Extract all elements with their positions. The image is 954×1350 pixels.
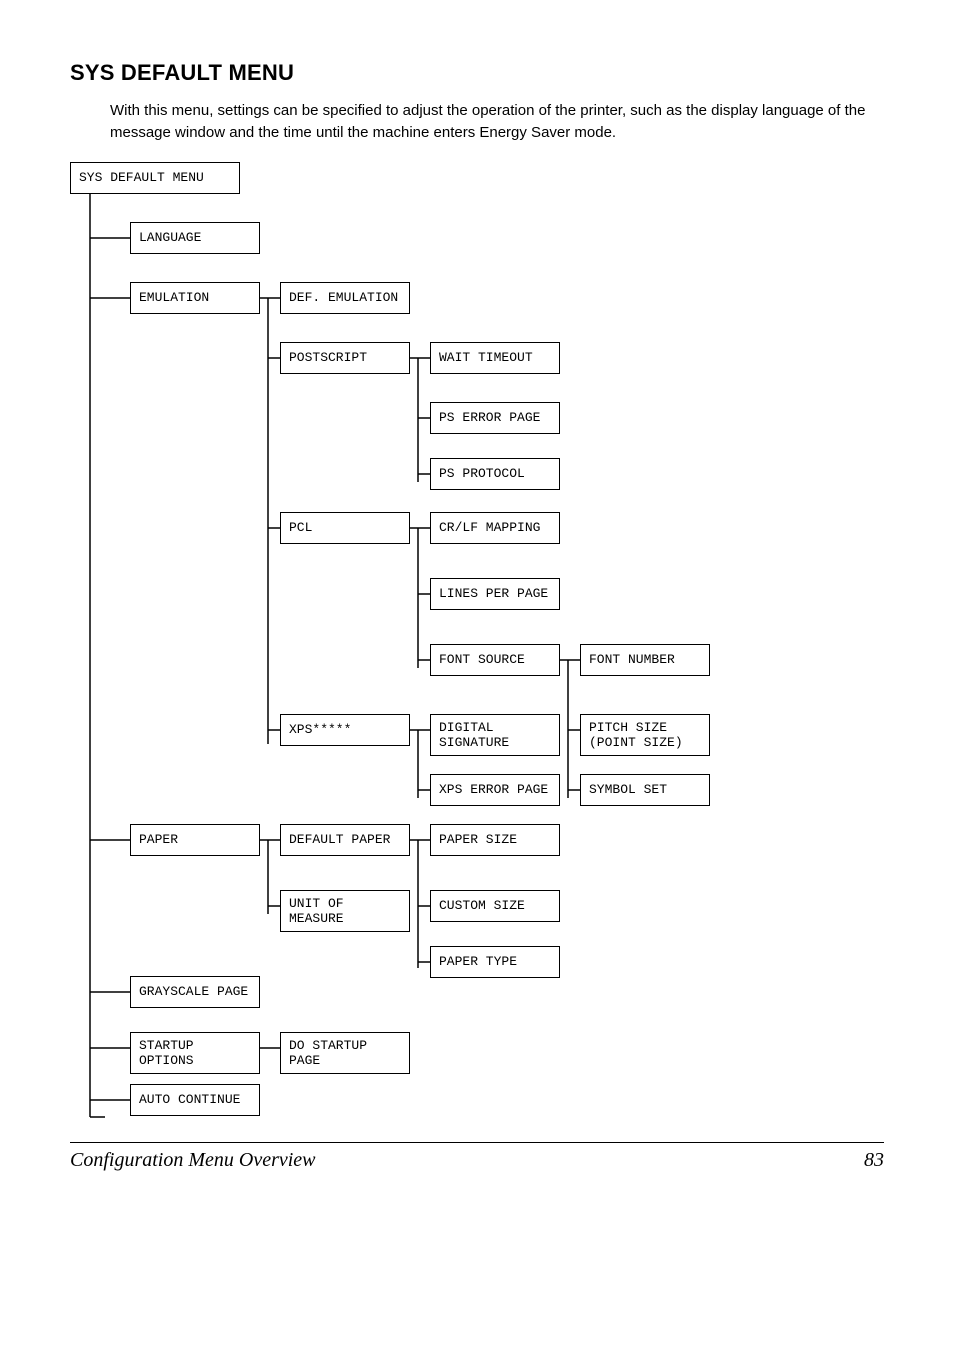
- node-paper: PAPER: [130, 824, 260, 856]
- node-unit-of-measure: UNIT OF MEASURE: [280, 890, 410, 932]
- footer-title: Configuration Menu Overview: [70, 1149, 316, 1172]
- node-ps-protocol: PS PROTOCOL: [430, 458, 560, 490]
- node-xps: XPS*****: [280, 714, 410, 746]
- section-heading: SYS DEFAULT MENU: [70, 60, 884, 86]
- node-auto-continue: AUTO CONTINUE: [130, 1084, 260, 1116]
- node-lines-per-page: LINES PER PAGE: [430, 578, 560, 610]
- node-root: SYS DEFAULT MENU: [70, 162, 240, 194]
- node-symbol-set: SYMBOL SET: [580, 774, 710, 806]
- node-crlf: CR/LF MAPPING: [430, 512, 560, 544]
- node-paper-size: PAPER SIZE: [430, 824, 560, 856]
- node-startup-options: STARTUP OPTIONS: [130, 1032, 260, 1074]
- node-font-source: FONT SOURCE: [430, 644, 560, 676]
- node-digital-signature: DIGITAL SIGNATURE: [430, 714, 560, 756]
- node-wait-timeout: WAIT TIMEOUT: [430, 342, 560, 374]
- node-default-paper: DEFAULT PAPER: [280, 824, 410, 856]
- node-emulation: EMULATION: [130, 282, 260, 314]
- node-do-startup-page: DO STARTUP PAGE: [280, 1032, 410, 1074]
- node-language: LANGUAGE: [130, 222, 260, 254]
- node-ps-error-page: PS ERROR PAGE: [430, 402, 560, 434]
- footer-page-number: 83: [864, 1149, 884, 1172]
- node-def-emulation: DEF. EMULATION: [280, 282, 410, 314]
- node-grayscale-page: GRAYSCALE PAGE: [130, 976, 260, 1008]
- node-pcl: PCL: [280, 512, 410, 544]
- node-custom-size: CUSTOM SIZE: [430, 890, 560, 922]
- node-postscript: POSTSCRIPT: [280, 342, 410, 374]
- menu-tree: SYS DEFAULT MENU LANGUAGE EMULATION DEF.…: [70, 162, 890, 1122]
- page-footer: Configuration Menu Overview 83: [70, 1143, 884, 1172]
- node-font-number: FONT NUMBER: [580, 644, 710, 676]
- node-paper-type: PAPER TYPE: [430, 946, 560, 978]
- node-pitch-size: PITCH SIZE (POINT SIZE): [580, 714, 710, 756]
- node-xps-error-page: XPS ERROR PAGE: [430, 774, 560, 806]
- intro-paragraph: With this menu, settings can be specifie…: [110, 100, 884, 144]
